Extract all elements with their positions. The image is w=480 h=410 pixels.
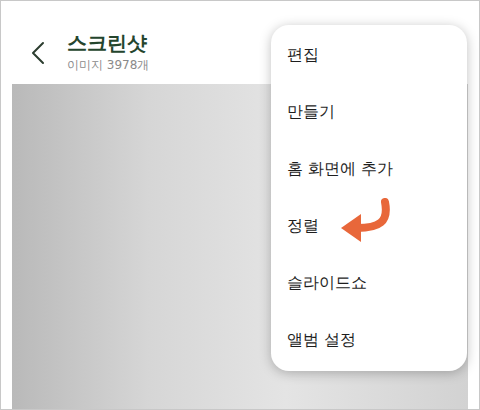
menu-item[interactable]: 앨범 설정 [271,312,467,369]
image-count: 이미지 3978개 [67,57,149,74]
menu-item-label: 슬라이드쇼 [287,273,367,294]
menu-item[interactable]: 홈 화면에 추가 [271,141,467,198]
gallery-screen: 스크린샷이미지 3978개 편집만들기홈 화면에 추가정렬슬라이드쇼앨범 설정 [0,0,480,410]
menu-item-label: 편집 [287,45,319,66]
menu-item[interactable]: 만들기 [271,84,467,141]
pointing-arrow-icon [339,198,397,248]
menu-item-label: 홈 화면에 추가 [287,159,393,180]
options-menu: 편집만들기홈 화면에 추가정렬슬라이드쇼앨범 설정 [271,25,467,371]
menu-item-label: 정렬 [287,216,319,237]
menu-item[interactable]: 정렬 [271,198,467,255]
back-arrow-icon[interactable] [31,41,45,65]
album-titles: 스크린샷이미지 3978개 [67,31,149,74]
menu-item-label: 만들기 [287,102,335,123]
album-title: 스크린샷 [67,31,149,55]
menu-item-label: 앨범 설정 [287,330,356,351]
menu-item[interactable]: 편집 [271,27,467,84]
menu-item[interactable]: 슬라이드쇼 [271,255,467,312]
